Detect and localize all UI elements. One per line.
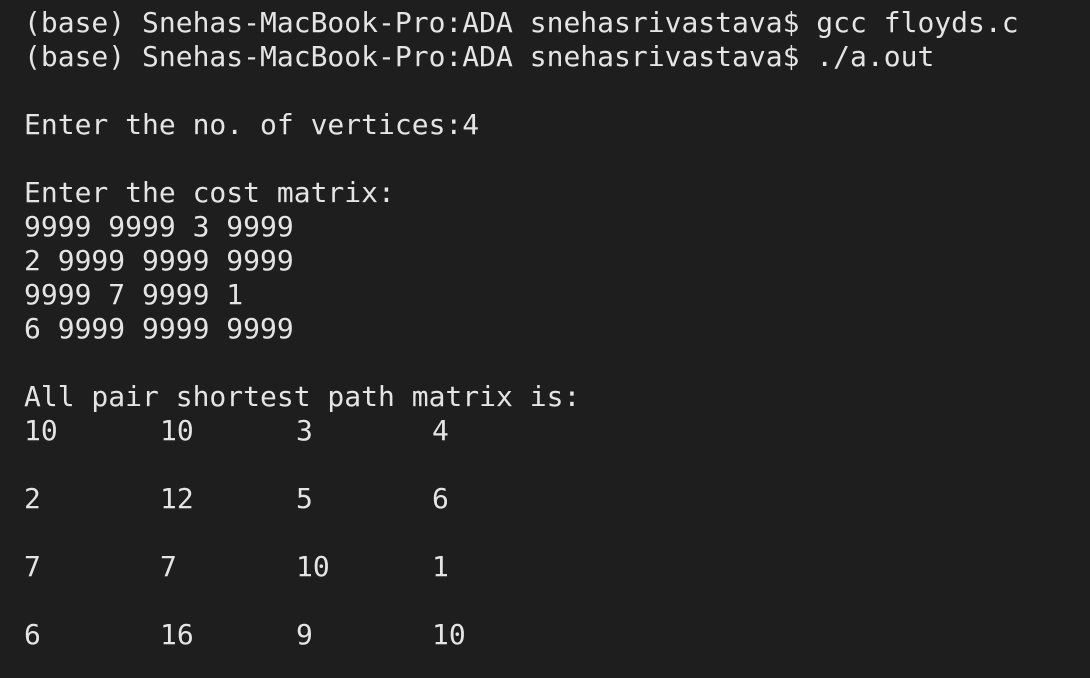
vertices-prompt: Enter the no. of vertices:4 [24,108,480,141]
result-cell: 10 [160,414,194,447]
result-cell: 7 [160,550,177,583]
result-cell: 5 [296,482,313,515]
result-cell: 2 [24,482,41,515]
cost-matrix-row: 2 9999 9999 9999 [24,244,294,277]
result-cell: 1 [432,550,449,583]
result-cell: 9 [296,618,313,651]
result-cell: 7 [24,550,41,583]
result-cell: 6 [432,482,449,515]
result-cell: 16 [160,618,194,651]
result-matrix-row: 6 16 9 10 [24,618,1090,652]
cost-matrix-row: 9999 7 9999 1 [24,278,244,311]
result-cell: 4 [432,414,449,447]
result-matrix-row: 10 10 3 4 [24,414,1090,448]
result-heading: All pair shortest path matrix is: [24,380,581,413]
result-cell: 6 [24,618,41,651]
result-matrix-row: 7 7 10 1 [24,550,1090,584]
cost-matrix-prompt: Enter the cost matrix: [24,176,395,209]
result-cell: 10 [24,414,58,447]
result-matrix-row: 2 12 5 6 [24,482,1090,516]
cost-matrix-row: 6 9999 9999 9999 [24,312,294,345]
result-cell: 12 [160,482,194,515]
result-cell: 10 [296,550,330,583]
terminal-window[interactable]: (base) Snehas-MacBook-Pro:ADA snehasriva… [0,0,1090,678]
result-cell: 10 [432,618,466,651]
cost-matrix-row: 9999 9999 3 9999 [24,210,294,243]
command-line-run: (base) Snehas-MacBook-Pro:ADA snehasriva… [24,40,935,73]
result-cell: 3 [296,414,313,447]
command-line-compile: (base) Snehas-MacBook-Pro:ADA snehasriva… [24,6,1019,39]
